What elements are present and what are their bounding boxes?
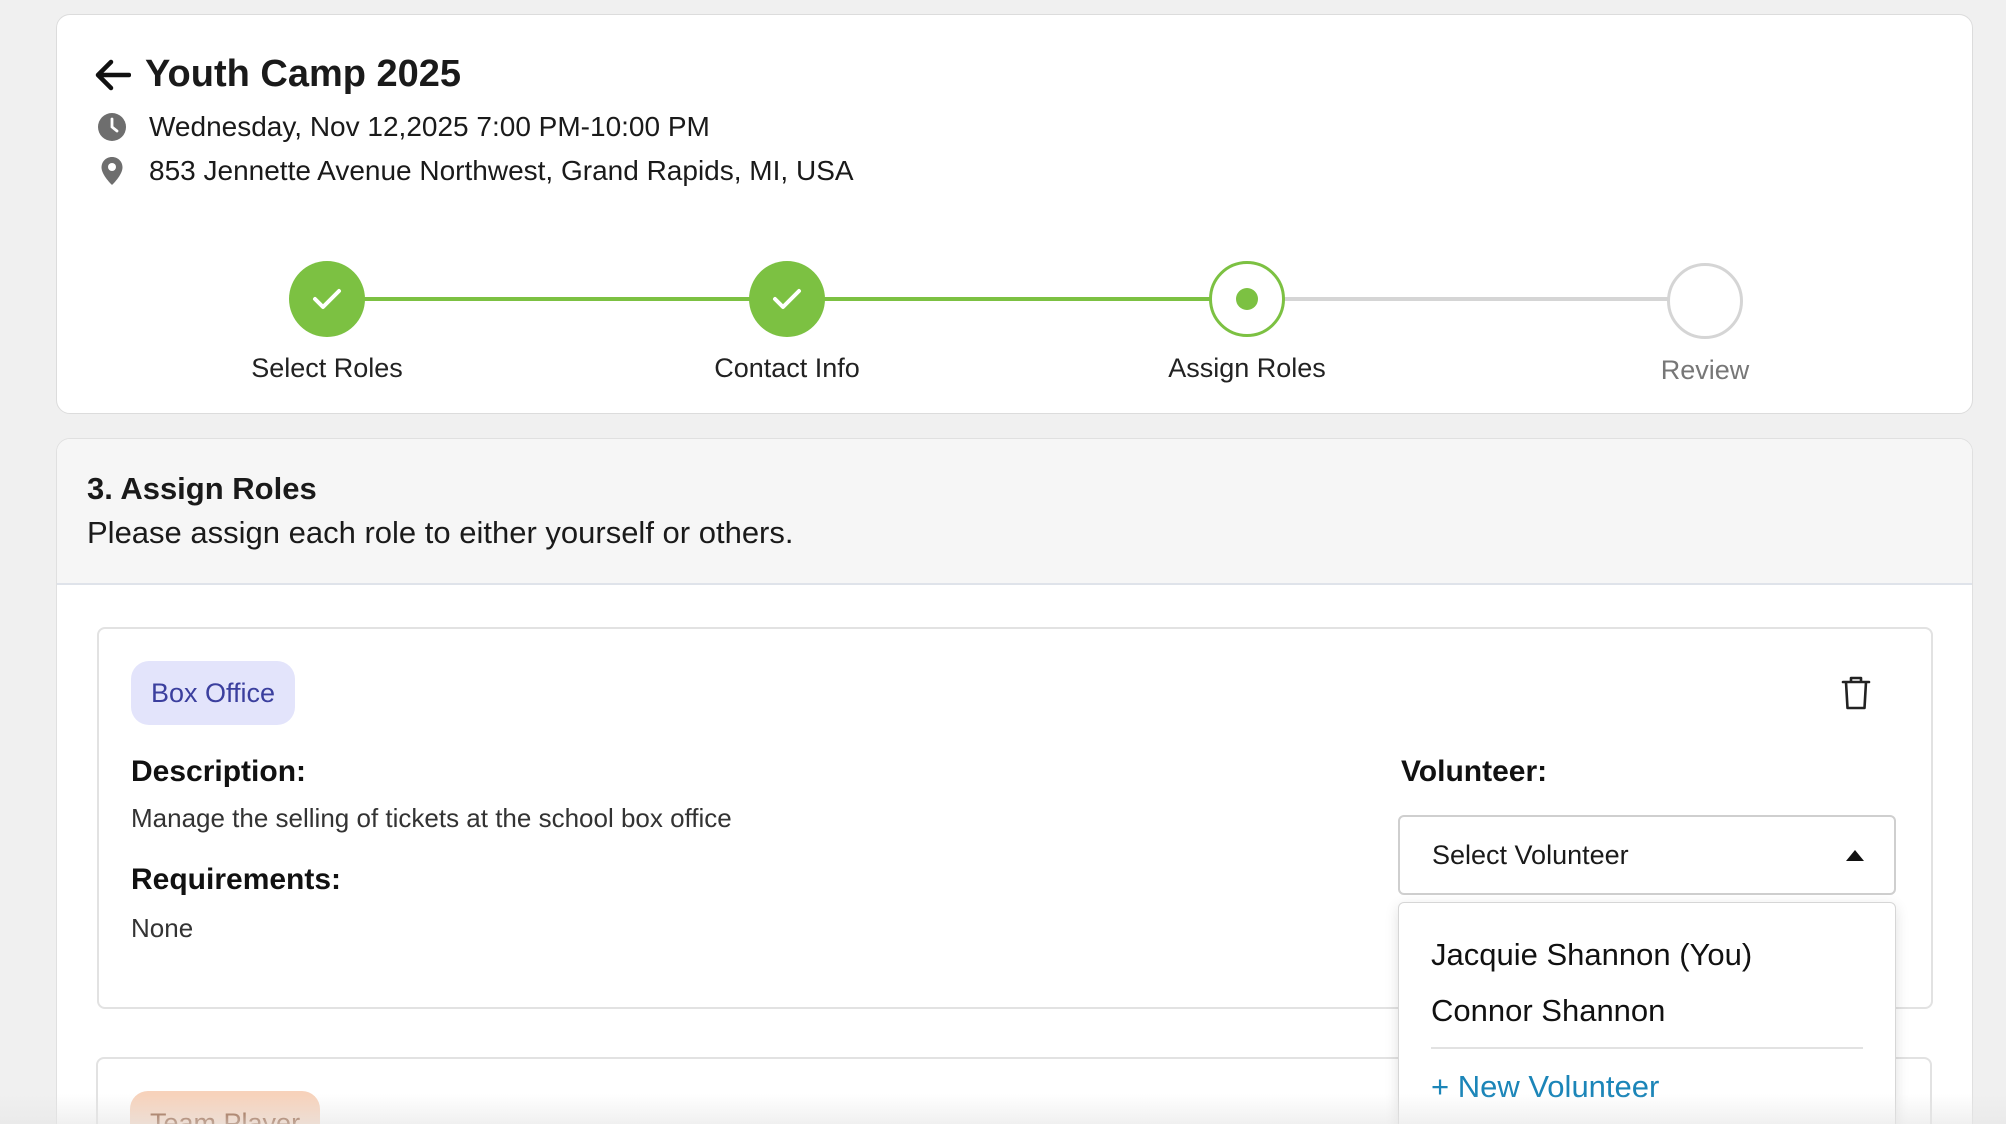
new-volunteer-option[interactable]: + New Volunteer bbox=[1431, 1069, 1659, 1105]
step-contact-info[interactable]: Contact Info bbox=[637, 261, 937, 384]
event-address-row: 853 Jennette Avenue Northwest, Grand Rap… bbox=[97, 155, 854, 187]
back-button[interactable] bbox=[93, 55, 137, 95]
requirements-text: None bbox=[131, 913, 194, 943]
section-header: 3. Assign Roles Please assign each role … bbox=[57, 439, 1972, 585]
arrow-left-icon bbox=[95, 59, 131, 90]
event-datetime: Wednesday, Nov 12,2025 7:00 PM-10:00 PM bbox=[149, 111, 710, 142]
step-label: Select Roles bbox=[251, 353, 403, 383]
volunteer-select[interactable]: Select Volunteer bbox=[1398, 815, 1896, 895]
step-assign-roles[interactable]: Assign Roles bbox=[1097, 261, 1397, 384]
volunteer-label: Volunteer: bbox=[1401, 755, 1548, 788]
event-datetime-row: Wednesday, Nov 12,2025 7:00 PM-10:00 PM bbox=[97, 111, 710, 143]
step-complete-circle bbox=[749, 261, 825, 337]
map-pin-icon bbox=[97, 156, 127, 186]
step-label: Review bbox=[1660, 355, 1750, 385]
step-label: Assign Roles bbox=[1168, 353, 1326, 383]
trash-icon[interactable] bbox=[1841, 675, 1871, 711]
dropdown-option-connor[interactable]: Connor Shannon bbox=[1431, 993, 1665, 1029]
section-title: 3. Assign Roles bbox=[87, 471, 317, 506]
progress-stepper: Select Roles Contact Info Assign Roles R… bbox=[57, 245, 1972, 385]
event-address: 853 Jennette Avenue Northwest, Grand Rap… bbox=[149, 155, 854, 186]
step-upcoming-circle bbox=[1667, 263, 1743, 339]
role-badge: Team Player bbox=[130, 1091, 321, 1124]
step-current-circle bbox=[1209, 261, 1285, 337]
title-row: Youth Camp 2025 bbox=[93, 53, 461, 96]
check-icon bbox=[313, 289, 341, 309]
step-label: Contact Info bbox=[714, 353, 860, 383]
event-header-card: Youth Camp 2025 Wednesday, Nov 12,2025 7… bbox=[56, 14, 1973, 414]
description-label: Description: bbox=[131, 755, 307, 788]
select-placeholder: Select Volunteer bbox=[1432, 839, 1629, 870]
page-title: Youth Camp 2025 bbox=[145, 53, 462, 95]
caret-up-icon bbox=[1846, 850, 1864, 861]
requirements-label: Requirements: bbox=[131, 863, 342, 896]
volunteer-dropdown-menu: Jacquie Shannon (You) Connor Shannon + N… bbox=[1398, 902, 1896, 1124]
step-review[interactable]: Review bbox=[1555, 263, 1855, 386]
dropdown-divider bbox=[1431, 1047, 1863, 1049]
dropdown-option-jacquie[interactable]: Jacquie Shannon (You) bbox=[1431, 937, 1752, 973]
check-icon bbox=[773, 289, 801, 309]
section-subtitle: Please assign each role to either yourse… bbox=[87, 515, 794, 550]
clock-icon bbox=[97, 112, 127, 142]
current-dot bbox=[1236, 288, 1258, 310]
step-complete-circle bbox=[289, 261, 365, 337]
role-badge: Box Office bbox=[131, 661, 296, 725]
description-text: Manage the selling of tickets at the sch… bbox=[131, 803, 732, 833]
step-select-roles[interactable]: Select Roles bbox=[177, 261, 477, 384]
